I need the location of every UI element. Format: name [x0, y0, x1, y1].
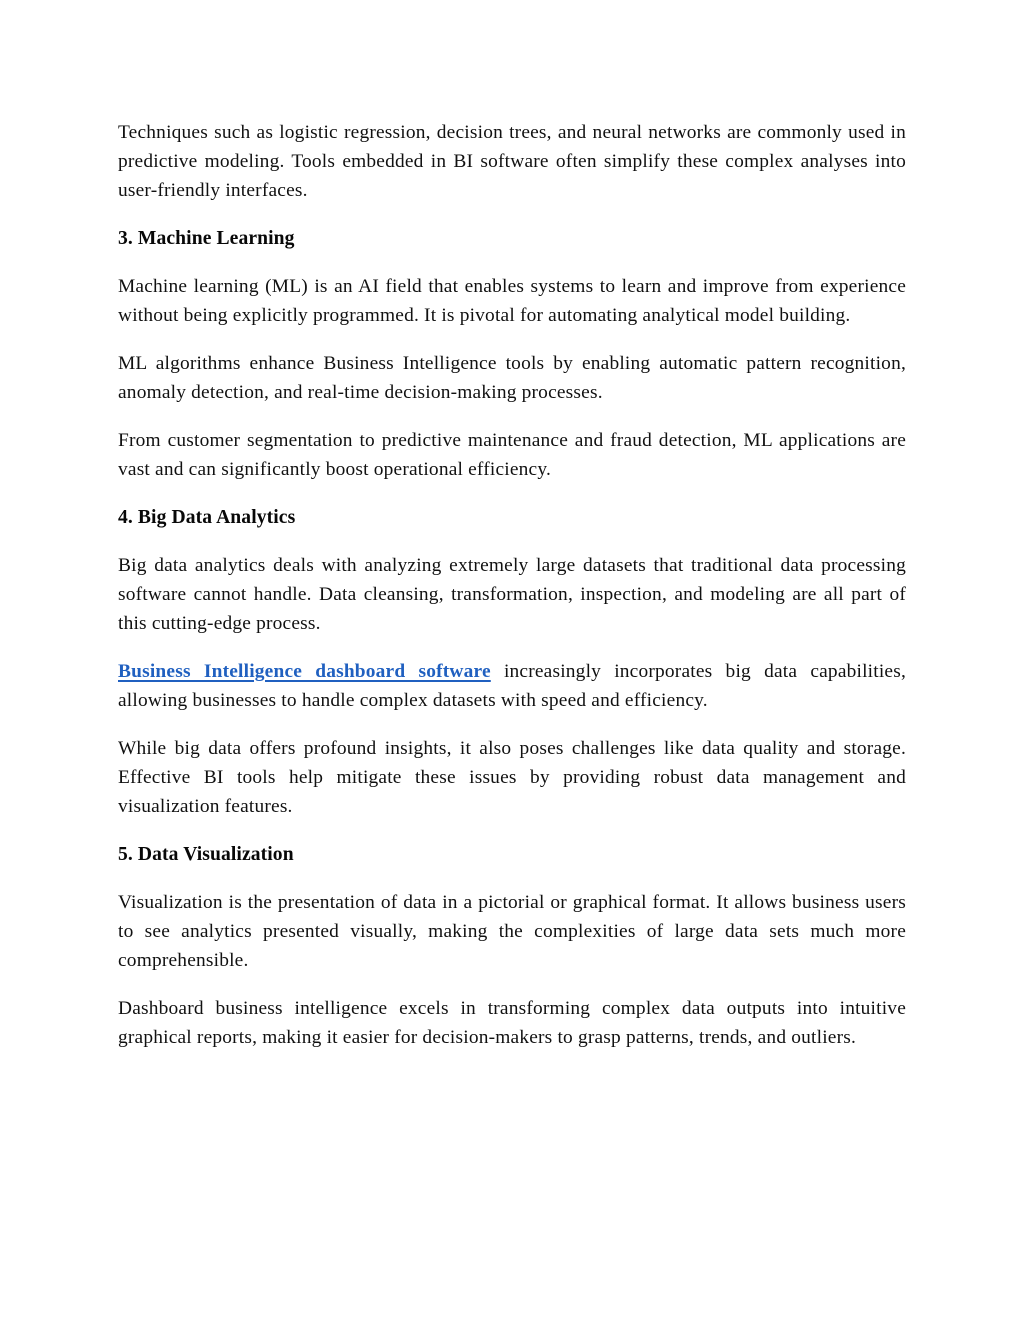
heading-machine-learning: 3. Machine Learning [118, 228, 295, 249]
heading-big-data-analytics: 4. Big Data Analytics [118, 507, 296, 528]
bi-dashboard-software-link[interactable]: Business Intelligence dashboard software [118, 661, 491, 682]
document-page: Techniques such as logistic regression, … [0, 0, 1024, 1325]
paragraph-ml-applications: From customer segmentation to predictive… [118, 430, 906, 480]
document-body: Techniques such as logistic regression, … [118, 118, 906, 1052]
paragraph-ml-definition: Machine learning (ML) is an AI field tha… [118, 276, 906, 326]
paragraph-bi-dashboard-link: Business Intelligence dashboard software… [118, 657, 906, 715]
paragraph-visualization-definition: Visualization is the presentation of dat… [118, 892, 906, 971]
paragraph-big-data-definition: Big data analytics deals with analyzing … [118, 555, 906, 634]
paragraph-dashboard-bi: Dashboard business intelligence excels i… [118, 998, 906, 1048]
paragraph-ml-algorithms: ML algorithms enhance Business Intellige… [118, 353, 906, 403]
paragraph-techniques: Techniques such as logistic regression, … [118, 122, 906, 201]
heading-data-visualization: 5. Data Visualization [118, 844, 294, 865]
paragraph-big-data-challenges: While big data offers profound insights,… [118, 738, 906, 817]
